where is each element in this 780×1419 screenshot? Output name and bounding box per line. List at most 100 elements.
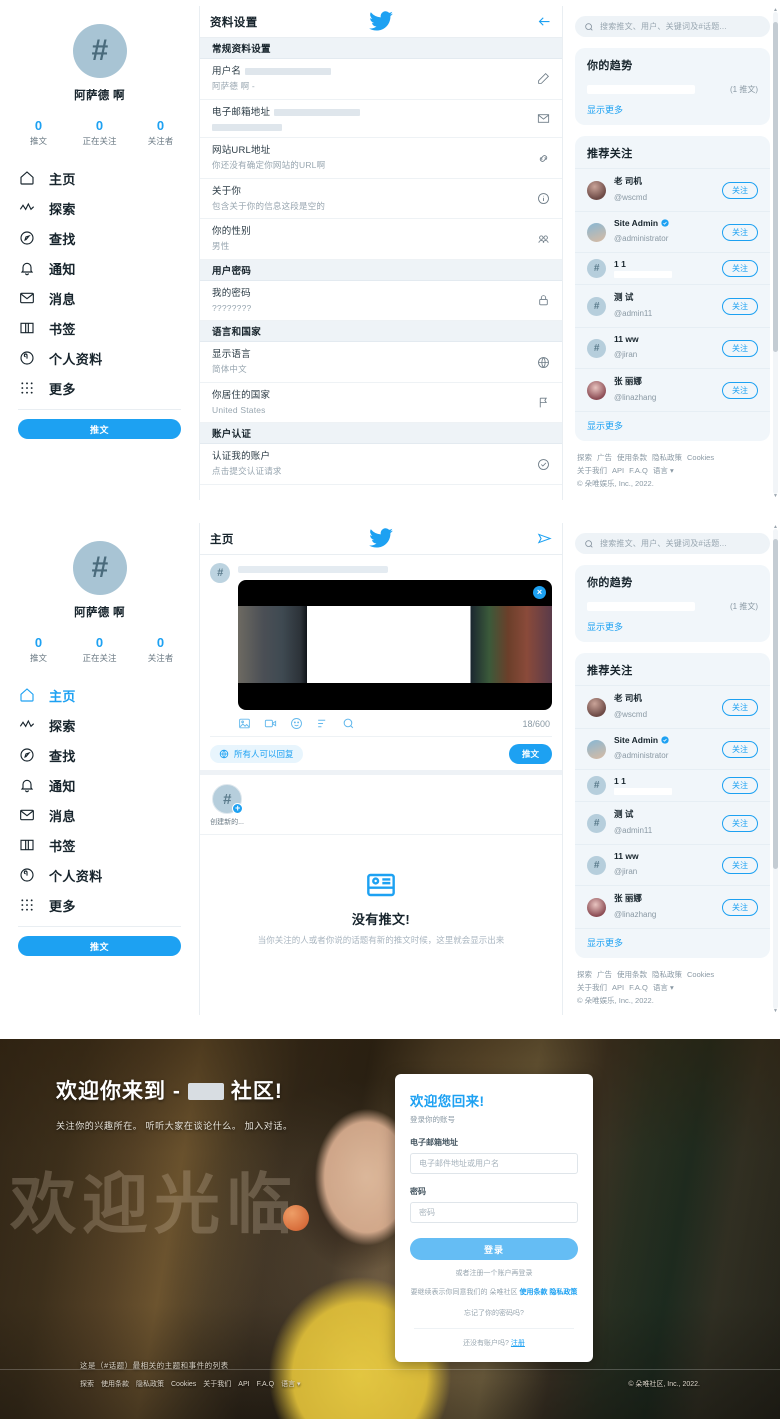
footer-link-privacy[interactable]: 隐私政策 xyxy=(652,453,682,462)
info-icon[interactable] xyxy=(532,192,550,205)
who-to-follow-show-more[interactable]: 显示更多 xyxy=(575,928,770,958)
lock-icon[interactable] xyxy=(532,294,550,307)
envelope-icon[interactable] xyxy=(532,112,550,125)
sidebar-item-search[interactable]: 查找 xyxy=(18,740,181,770)
arrow-left-icon[interactable] xyxy=(537,14,552,29)
avatar[interactable]: # xyxy=(72,24,127,78)
login-submit-button[interactable]: 登录 xyxy=(410,1238,578,1260)
email-field[interactable] xyxy=(410,1153,578,1174)
footer-link-terms[interactable]: 使用条款 xyxy=(617,453,647,462)
setting-row-website[interactable]: 网站URL地址 你还没有确定你网站的URL啊 xyxy=(200,138,562,179)
scroll-up-arrow-icon[interactable]: ▲ xyxy=(773,524,778,530)
scroll-down-arrow-icon[interactable]: ▼ xyxy=(773,493,778,499)
list-item[interactable]: 张 丽娜 @linazhang 关注 xyxy=(575,368,770,411)
stat-followers[interactable]: 0 关注者 xyxy=(130,118,191,147)
create-story-item[interactable]: # + 创建新的... xyxy=(210,784,244,827)
footer-link-api[interactable]: API xyxy=(238,1381,249,1388)
check-circle-icon[interactable] xyxy=(532,458,550,471)
footer-link-faq[interactable]: F.A.Q xyxy=(629,983,648,992)
sidebar-item-bookmarks[interactable]: 书签 xyxy=(18,830,181,860)
scrollbar-track[interactable] xyxy=(773,529,778,1009)
follow-button[interactable]: 关注 xyxy=(722,339,758,357)
sidebar-item-profile[interactable]: 个人资料 xyxy=(18,860,181,890)
footer-link-about[interactable]: 关于我们 xyxy=(203,1381,231,1388)
forgot-password-link[interactable]: 忘记了你的密码吗? xyxy=(410,1308,578,1318)
sidebar-item-explore[interactable]: 探索 xyxy=(18,193,181,223)
list-item[interactable]: # 测 试 @admin11 关注 xyxy=(575,284,770,327)
sidebar-item-home[interactable]: 主页 xyxy=(18,680,181,710)
follow-button[interactable]: 关注 xyxy=(722,856,758,874)
follow-button[interactable]: 关注 xyxy=(722,181,758,199)
sidebar-item-more[interactable]: 更多 xyxy=(18,373,181,403)
sidebar-item-messages[interactable]: 消息 xyxy=(18,283,181,313)
scrollbar-track[interactable] xyxy=(773,12,778,494)
sidebar-item-explore[interactable]: 探索 xyxy=(18,710,181,740)
list-item[interactable]: Site Admin @administrator 关注 xyxy=(575,211,770,252)
footer-link-language[interactable]: 语言 ▾ xyxy=(281,1381,300,1388)
sidebar-item-more[interactable]: 更多 xyxy=(18,890,181,920)
follow-button[interactable]: 关注 xyxy=(722,381,758,399)
footer-link-language[interactable]: 语言 ▾ xyxy=(653,466,674,475)
list-item[interactable]: # 1 1 关注 xyxy=(575,769,770,801)
avatar[interactable]: # xyxy=(72,541,127,595)
footer-link-faq[interactable]: F.A.Q xyxy=(257,1381,275,1388)
sidebar-item-profile[interactable]: 个人资料 xyxy=(18,343,181,373)
follow-button[interactable]: 关注 xyxy=(722,297,758,315)
search-input[interactable]: 搜索推文、用户、关键词及#话题... xyxy=(575,16,770,37)
stat-following[interactable]: 0 正在关注 xyxy=(69,118,130,147)
signup-link[interactable]: 注册 xyxy=(511,1340,525,1347)
sidebar-item-search[interactable]: 查找 xyxy=(18,223,181,253)
who-to-follow-show-more[interactable]: 显示更多 xyxy=(575,411,770,441)
trend-item[interactable]: (1 推文) xyxy=(575,597,770,620)
follow-button[interactable]: 关注 xyxy=(722,740,758,758)
poll-icon[interactable] xyxy=(316,717,329,730)
sidebar-item-notifications[interactable]: 通知 xyxy=(18,770,181,800)
footer-link-faq[interactable]: F.A.Q xyxy=(629,466,648,475)
list-item[interactable]: # 11 ww @jiran 关注 xyxy=(575,844,770,885)
follow-button[interactable]: 关注 xyxy=(722,898,758,916)
compose-textarea[interactable] xyxy=(238,566,388,573)
stat-tweets[interactable]: 0 推文 xyxy=(8,118,69,147)
video-icon[interactable] xyxy=(264,717,277,730)
footer-link-cookies[interactable]: Cookies xyxy=(687,970,714,979)
sidebar-item-home[interactable]: 主页 xyxy=(18,163,181,193)
trend-item[interactable]: (1 推文) xyxy=(575,80,770,103)
follow-button[interactable]: 关注 xyxy=(722,260,758,277)
setting-row-username[interactable]: 用户名 阿萨德 啊 - xyxy=(200,59,562,100)
scroll-down-arrow-icon[interactable]: ▼ xyxy=(773,1008,778,1014)
scrollbar-thumb[interactable] xyxy=(773,539,778,869)
compose-tweet-button[interactable]: 推文 xyxy=(18,419,181,440)
list-item[interactable]: 老 司机 @wscmd 关注 xyxy=(575,685,770,728)
footer-link-explore[interactable]: 探索 xyxy=(577,970,592,979)
attached-media-preview[interactable]: × xyxy=(238,580,552,710)
compose-tweet-button[interactable]: 推文 xyxy=(18,936,181,957)
search-gif-icon[interactable] xyxy=(342,717,355,730)
privacy-link[interactable]: 隐私政策 xyxy=(549,1289,577,1296)
reply-scope-selector[interactable]: 所有人可以回复 xyxy=(210,745,303,763)
footer-link-ads[interactable]: 广告 xyxy=(597,453,612,462)
setting-row-email[interactable]: 电子邮箱地址 xyxy=(200,99,562,139)
footer-link-ads[interactable]: 广告 xyxy=(597,970,612,979)
follow-button[interactable]: 关注 xyxy=(722,814,758,832)
post-tweet-button[interactable]: 推文 xyxy=(508,744,552,764)
footer-link-explore[interactable]: 探索 xyxy=(577,453,592,462)
stat-following[interactable]: 0 正在关注 xyxy=(69,635,130,664)
pencil-icon[interactable] xyxy=(532,72,550,85)
setting-row-country[interactable]: 你居住的国家 United States xyxy=(200,382,562,424)
close-icon[interactable]: × xyxy=(533,586,546,599)
send-icon[interactable] xyxy=(537,531,552,546)
flag-icon[interactable] xyxy=(532,396,550,409)
list-item[interactable]: # 1 1 关注 xyxy=(575,252,770,284)
sidebar-item-messages[interactable]: 消息 xyxy=(18,800,181,830)
list-item[interactable]: # 测 试 @admin11 关注 xyxy=(575,801,770,844)
image-icon[interactable] xyxy=(238,717,251,730)
emoji-icon[interactable] xyxy=(290,717,303,730)
scroll-up-arrow-icon[interactable]: ▲ xyxy=(773,7,778,13)
footer-link-about[interactable]: 关于我们 xyxy=(577,983,607,992)
footer-link-language[interactable]: 语言 ▾ xyxy=(653,983,674,992)
list-item[interactable]: # 11 ww @jiran 关注 xyxy=(575,327,770,368)
globe-icon[interactable] xyxy=(532,356,550,369)
footer-link-api[interactable]: API xyxy=(612,983,624,992)
stat-tweets[interactable]: 0 推文 xyxy=(8,635,69,664)
sidebar-item-bookmarks[interactable]: 书签 xyxy=(18,313,181,343)
